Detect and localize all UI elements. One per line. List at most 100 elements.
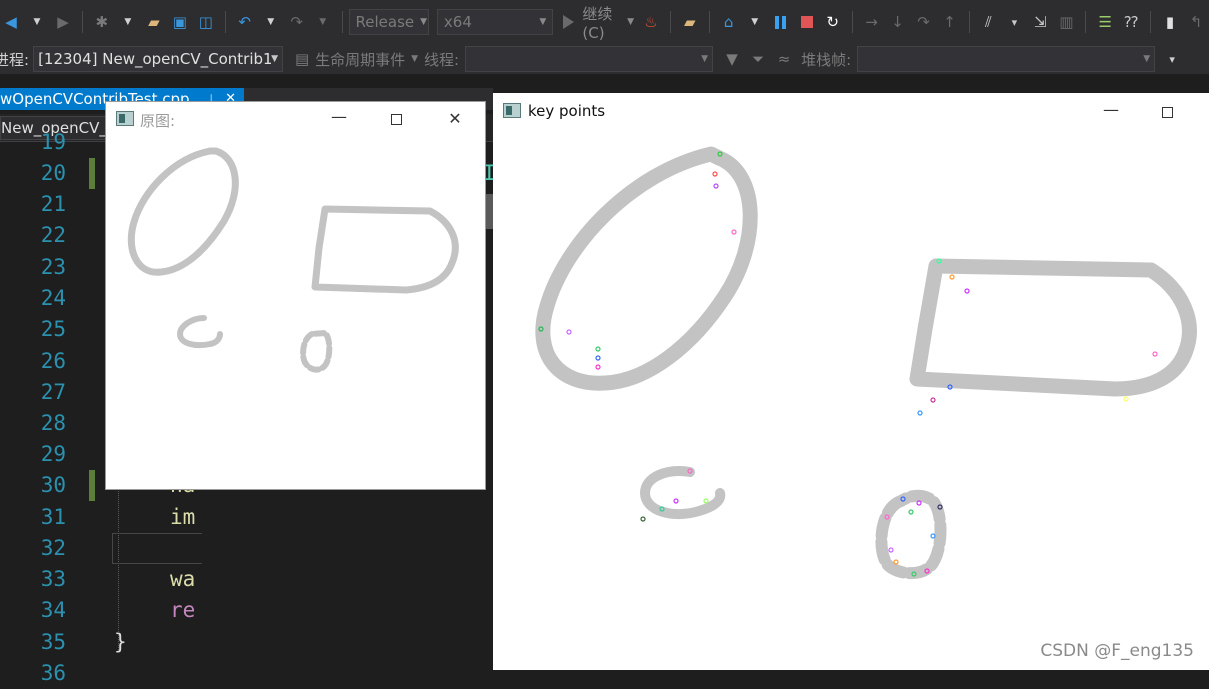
line-number: 25 [40, 317, 66, 341]
chevron-down-icon: ▼ [539, 17, 547, 27]
lifecycle-events-icon[interactable]: ▤ [291, 47, 313, 71]
minimize-button[interactable]: — [324, 107, 354, 126]
undo-dropdown-icon[interactable]: ▼ [260, 10, 282, 34]
watermark-text: CSDN @F_eng135 [1040, 641, 1194, 661]
new-project-dropdown-icon[interactable]: ▼ [117, 10, 139, 34]
indent-icon[interactable]: ☰ [1094, 10, 1116, 34]
line-number: 20 [40, 161, 66, 185]
stackframe-label: 堆栈帧: [801, 50, 852, 69]
window-titlebar[interactable]: 原图: — ✕ [106, 102, 485, 136]
new-project-icon[interactable]: ✱ [91, 10, 113, 34]
toolbar-separator [341, 11, 343, 33]
window-title: 原图: [140, 112, 176, 130]
toolbar-separator [851, 11, 853, 33]
continue-button[interactable]: 继续(C) ▼ [563, 3, 634, 42]
toolbar-separator [224, 11, 226, 33]
change-marker [89, 158, 95, 189]
original-image-canvas [127, 147, 459, 373]
show-threads-icon[interactable]: ⇲ [1029, 10, 1051, 34]
line-number: 27 [40, 380, 66, 404]
prev-bookmark-icon[interactable]: ↰ [1185, 10, 1207, 34]
minimize-button[interactable]: — [1096, 100, 1126, 119]
hook-shape [640, 466, 726, 520]
open-file-icon[interactable]: ▰ [143, 10, 165, 34]
back-icon[interactable]: ◀ [0, 10, 22, 34]
debug-location-toolbar: 进程: [12304] New_openCV_Contrib1 ▼ ▤ 生命周期… [0, 44, 1209, 74]
step-out-icon[interactable]: ↑ [939, 10, 961, 34]
filter-clear-icon[interactable]: ⏷ [747, 47, 769, 71]
maximize-button[interactable] [381, 110, 411, 129]
restart-icon[interactable]: ↻ [822, 10, 844, 34]
thread-flag-icon[interactable]: ▾ [1003, 10, 1025, 34]
show-next-statement-icon[interactable]: → [861, 10, 883, 34]
line-number: 19 [40, 130, 66, 154]
stackframe-select[interactable]: ▼ [857, 46, 1156, 72]
line-number: 24 [40, 286, 66, 310]
comment-icon[interactable]: ⁇ [1120, 10, 1142, 34]
breakpoints-icon[interactable]: ▥ [1055, 10, 1077, 34]
code-fragment: } [114, 630, 127, 654]
maximize-icon [1161, 107, 1173, 118]
stop-icon[interactable] [796, 10, 818, 34]
key-points-window[interactable]: key points — CSDN @F_eng135 [493, 93, 1209, 670]
line-number: 30 [40, 473, 66, 497]
undo-icon[interactable]: ↶ [234, 10, 256, 34]
diagnostics-dropdown-icon[interactable]: ▼ [744, 10, 766, 34]
diagnostics-icon[interactable]: ⌂ [718, 10, 740, 34]
toolbar-separator [968, 11, 970, 33]
original-image-window[interactable]: 原图: — ✕ [105, 101, 486, 490]
toolbar-separator [1085, 11, 1087, 33]
line-number: 28 [40, 411, 66, 435]
toolbar-separator [1150, 11, 1152, 33]
save-icon[interactable]: ▣ [169, 10, 191, 34]
thread-select[interactable]: ▼ [465, 46, 714, 72]
hex-display-icon[interactable]: ⫽ [977, 10, 999, 34]
key-points-canvas [535, 146, 1197, 580]
maximize-button[interactable] [1152, 103, 1182, 122]
chevron-down-icon: ▼ [627, 17, 634, 27]
code-fragment: wa [170, 567, 196, 591]
code-fragment: im [170, 505, 196, 529]
window-titlebar[interactable]: key points — [493, 93, 1209, 131]
line-number: 31 [40, 505, 66, 529]
change-marker [89, 470, 95, 501]
chevron-down-icon: ▼ [420, 17, 428, 27]
line-number: 21 [40, 192, 66, 216]
step-over-icon[interactable]: ↷ [913, 10, 935, 34]
platform-value: x64 [443, 13, 472, 31]
hook-shape [177, 315, 223, 349]
back-dropdown-icon[interactable]: ▼ [26, 10, 48, 34]
chevron-down-icon: ▼ [1143, 54, 1151, 64]
step-into-icon[interactable]: ↓ [887, 10, 909, 34]
chevron-down-icon: ▼ [701, 54, 709, 64]
close-button[interactable]: ✕ [440, 109, 470, 128]
toolbar-separator [708, 11, 710, 33]
hot-reload-icon[interactable]: ♨ [640, 10, 662, 34]
code-fragment: re [170, 598, 196, 622]
forward-icon[interactable]: ▶ [52, 10, 74, 34]
line-number-gutter: 19 20 21 22 23 24 25 26 27 28 29 30 31 3… [0, 130, 100, 685]
filter-icon[interactable]: ▼ [721, 47, 743, 71]
open-folder-icon[interactable]: ▰ [679, 10, 701, 34]
chevron-down-icon: ▼ [271, 54, 279, 64]
platform-select[interactable]: x64 ▼ [436, 9, 554, 35]
configuration-select[interactable]: Release ▼ [348, 9, 429, 35]
process-select[interactable]: [12304] New_openCV_Contrib1 ▼ [33, 46, 284, 72]
thread-label: 线程: [424, 50, 460, 69]
toolbar-separator [669, 11, 671, 33]
line-number: 22 [40, 223, 66, 247]
lifecycle-events-label[interactable]: 生命周期事件 [315, 49, 405, 70]
ellipse-shape [127, 147, 239, 276]
redo-icon[interactable]: ↷ [286, 10, 308, 34]
line-number: 26 [40, 349, 66, 373]
redo-dropdown-icon[interactable]: ▼ [312, 10, 334, 34]
flag-threads-icon[interactable]: ≈ [773, 47, 795, 71]
quad-shape [909, 258, 1197, 397]
pause-icon[interactable] [770, 10, 792, 34]
bookmark-icon[interactable]: ▮ [1159, 10, 1181, 34]
toolbar-overflow-icon[interactable]: ▾ [1161, 47, 1183, 71]
window-app-icon [116, 111, 134, 126]
save-all-icon[interactable]: ◫ [195, 10, 217, 34]
scroll-marker [486, 194, 493, 229]
maximize-icon [390, 114, 402, 125]
